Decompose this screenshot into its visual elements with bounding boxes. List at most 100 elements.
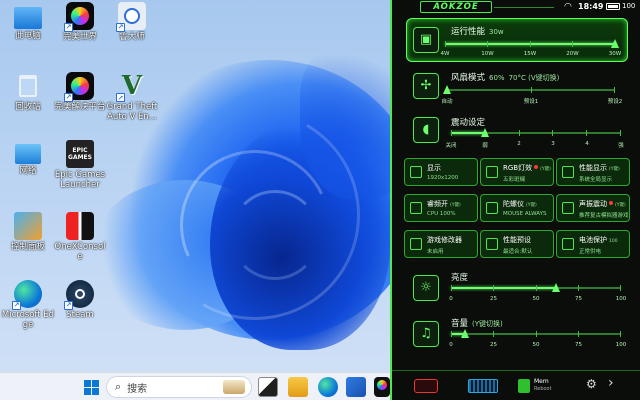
desktop-icon-control-panel[interactable]: 控制面板 (0, 212, 56, 252)
shortcut-arrow-icon: ↗ (116, 23, 125, 32)
tick-label: 自动 (441, 99, 453, 105)
shortcut-arrow-icon: ↗ (64, 301, 73, 310)
vibration-title: 震动设定 (451, 116, 485, 128)
quick-setting-hint: (Y键) (540, 167, 551, 172)
desktop-icon-this-pc[interactable]: 此电脑 (0, 4, 56, 41)
memory-chip-icon[interactable] (518, 379, 530, 393)
keyboard-icon[interactable] (468, 379, 498, 393)
status-dot (609, 201, 613, 205)
fan-temperature: 70°C (V键切换) (508, 74, 560, 82)
performance-label: 运行性能 (451, 27, 486, 37)
rgb-light-icon (486, 166, 498, 178)
desktop-icon-recycle-bin[interactable]: 回收站 (0, 72, 56, 112)
onexconsole-icon (66, 212, 94, 240)
perfect-platform-icon: ↗ (64, 72, 94, 102)
desktop-icon-edge[interactable]: ↗ Microsoft Edge (0, 280, 56, 330)
fan-slider[interactable] (443, 85, 615, 94)
desktop-icon-steam[interactable]: ↗ Steam (52, 280, 108, 320)
vibration-slider[interactable] (451, 128, 621, 137)
quick-setting-title: 性能显示 (Y键) (579, 163, 620, 173)
desktop-icon-gta-v[interactable]: V ↗ Grand Theft Auto V En... (104, 71, 160, 122)
panel-status-bar: AOKZOE ◠ 18:49 100 (392, 0, 640, 14)
quick-setting-button[interactable]: 声振震动 (Y键) 推荐复古模拟器游戏 (556, 194, 630, 222)
computer-icon (14, 7, 42, 29)
desktop-icon-network[interactable]: 网络 (0, 140, 56, 176)
perfect-world-taskbar-icon[interactable] (374, 377, 390, 397)
battery-icon (606, 3, 620, 10)
network-icon (15, 144, 41, 164)
clock: 18:49 (578, 2, 604, 11)
ludashi-icon: ↗ (116, 2, 146, 32)
slider-thumb[interactable] (481, 128, 489, 137)
slider-tick (493, 331, 495, 337)
tick-label: 50 (532, 296, 540, 302)
tick-label: 0 (449, 296, 453, 302)
tick-label: 3 (551, 141, 555, 147)
quick-setting-label: 性能预设 (503, 236, 531, 244)
performance-card[interactable]: ▣ 运行性能 30w 4W 10W 15W 20W 30W (406, 18, 628, 62)
desktop-icon-label: 鲁大师 (119, 32, 145, 42)
taskbar-search-box[interactable]: ⌕ 搜索 (106, 376, 252, 398)
desktop-icon-label: Steam (66, 310, 94, 320)
slider-thumb[interactable] (443, 85, 451, 94)
slider-tick (529, 41, 531, 47)
performance-slider[interactable] (445, 39, 619, 48)
volume-label: 音量 (451, 319, 469, 329)
quick-setting-button[interactable]: 电池保护 100 正常供电 (556, 230, 630, 258)
file-explorer-icon[interactable] (288, 377, 308, 397)
brightness-slider[interactable] (451, 283, 621, 292)
slider-thumb[interactable] (611, 39, 619, 48)
shortcut-arrow-icon: ↗ (12, 301, 21, 310)
quick-setting-value: 系统全局显示 (579, 177, 613, 183)
vibration-tick-labels: 关闭 弱 2 3 4 强 (445, 141, 623, 149)
aokzoe-control-panel: AOKZOE ◠ 18:49 100 ▣ 运行性能 30w 4W 10W 15W 20W… (390, 0, 640, 400)
quick-setting-value: MOUSE ALWAYS (503, 211, 547, 217)
epic-logo-text: EPIC GAMES (68, 147, 92, 161)
search-icon: ⌕ (115, 380, 122, 393)
edge-taskbar-icon[interactable] (318, 377, 338, 397)
desktop-icon-onexconsole[interactable]: OneXConsole (52, 212, 108, 262)
store-icon[interactable] (346, 377, 366, 397)
epic-games-icon: EPIC GAMES (66, 140, 94, 168)
handheld-device-icon[interactable] (414, 379, 438, 393)
desktop-icon-epic-games[interactable]: EPIC GAMES Epic Games Launcher (52, 140, 108, 190)
vibration-icon: ◖ (413, 117, 439, 143)
turbo-icon (410, 202, 422, 214)
quick-setting-value: 1920x1200 (427, 175, 459, 181)
desktop-icon-perfect-platform[interactable]: ↗ 完美解决平台 (52, 72, 108, 112)
quick-setting-button[interactable]: 睿频开 (Y键) CPU 100% (404, 194, 478, 222)
quick-setting-title: RGB灯效 (Y键) (503, 163, 551, 173)
desktop-icon-ludashi[interactable]: ↗ 鲁大师 (104, 2, 160, 42)
quick-setting-label: 陀螺仪 (503, 200, 524, 208)
quick-setting-value: 五彩斑斓 (503, 177, 526, 183)
start-button[interactable] (80, 376, 102, 398)
task-view-icon[interactable] (258, 377, 278, 397)
slider-tick (451, 285, 452, 291)
slider-thumb[interactable] (460, 329, 469, 338)
chevron-right-icon[interactable]: › (608, 375, 614, 391)
slider-thumb[interactable] (552, 283, 561, 292)
desktop-icon-label: Epic Games Launcher (54, 170, 106, 190)
slider-tick (493, 285, 495, 291)
gear-icon[interactable]: ⚙ (586, 377, 597, 391)
desktop-icon-label: 完美解决平台 (54, 102, 106, 112)
sound-vibration-icon (562, 202, 574, 214)
quick-setting-button[interactable]: 显示 1920x1200 (404, 158, 478, 186)
desktop-icon-perfect-world[interactable]: ↗ 完美世界 (52, 2, 108, 42)
slider-tick (620, 285, 621, 291)
quick-setting-hint: (Y键) (450, 203, 461, 208)
slider-tick (518, 130, 520, 136)
quick-setting-button[interactable]: RGB灯效 (Y键) 五彩斑斓 (480, 158, 554, 186)
quick-setting-button[interactable]: 性能预设 最适合:默认 (480, 230, 554, 258)
desktop-icon-label: Grand Theft Auto V En... (106, 102, 158, 122)
tick-label: 弱 (482, 143, 488, 149)
desktop-icon-label: 网络 (19, 166, 37, 176)
quick-setting-button[interactable]: 陀螺仪 (Y键) MOUSE ALWAYS (480, 194, 554, 222)
quick-setting-button[interactable]: 游戏修改器 未启用 (404, 230, 478, 258)
quick-setting-button[interactable]: 性能显示 (Y键) 系统全局显示 (556, 158, 630, 186)
slider-tick (586, 130, 588, 136)
quick-setting-title: 陀螺仪 (Y键) (503, 199, 537, 209)
tick-label: 预设2 (607, 99, 623, 105)
control-panel-icon (14, 212, 42, 240)
volume-slider[interactable] (451, 329, 621, 338)
